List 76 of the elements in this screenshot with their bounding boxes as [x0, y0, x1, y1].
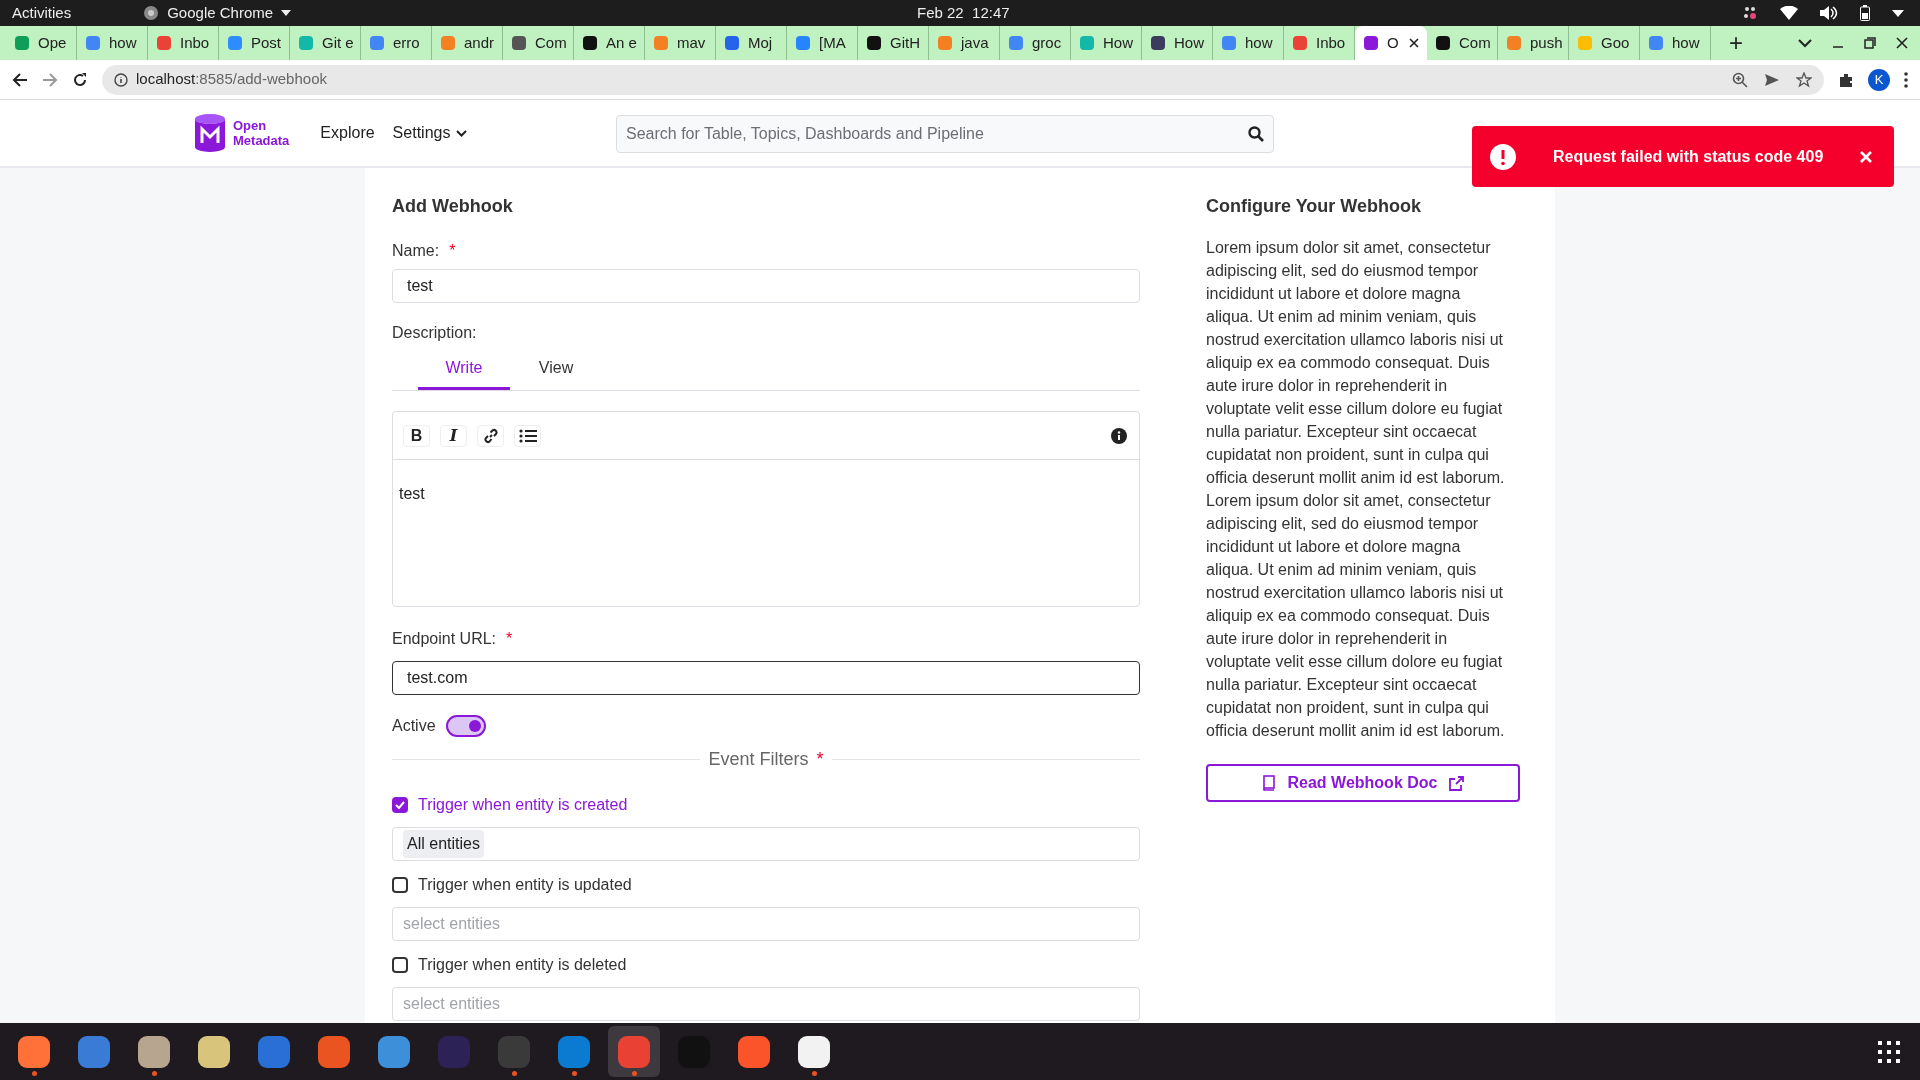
input-field[interactable]: test.com: [392, 661, 1140, 695]
settings-dropdown[interactable]: Settings: [392, 121, 468, 145]
alert-icon: [1490, 143, 1516, 170]
search-icon[interactable]: [1248, 126, 1264, 142]
required-mark: *: [506, 629, 513, 649]
url-text: localhost:8585/add-webhook: [136, 69, 327, 90]
caret-icon: [456, 129, 468, 137]
profile-avatar[interactable]: K: [1868, 68, 1890, 91]
activities-button[interactable]: Activities: [12, 1, 72, 25]
caret-icon[interactable]: [1798, 38, 1812, 48]
field-label: Description:: [392, 323, 478, 343]
info-icon: [114, 72, 128, 87]
field-label: Name:: [392, 240, 440, 261]
restore-icon[interactable]: [1864, 37, 1876, 49]
editor-text: test: [398, 484, 426, 504]
page-title: Add Webhook: [392, 194, 514, 218]
send-icon[interactable]: [1764, 71, 1780, 88]
checkbox[interactable]: [392, 957, 408, 973]
extensions-icon[interactable]: [1838, 71, 1854, 88]
book-icon: [1261, 775, 1276, 791]
trigger-checkbox[interactable]: Trigger when entity is updated: [392, 873, 1140, 897]
checkbox[interactable]: [392, 877, 408, 893]
close-icon[interactable]: [1896, 37, 1908, 49]
logo-text: Metadata: [233, 133, 290, 148]
close-icon[interactable]: [1409, 38, 1419, 48]
app-grid-icon[interactable]: [1878, 1040, 1900, 1063]
field-label: Active: [392, 716, 436, 736]
app-indicator-icon[interactable]: [1742, 5, 1758, 21]
forward-icon[interactable]: [42, 71, 58, 88]
checkbox[interactable]: [392, 797, 408, 813]
address-bar[interactable]: localhost:8585/add-webhook: [102, 64, 1824, 95]
browser-tab[interactable]: O: [1355, 26, 1427, 60]
required-mark: *: [816, 747, 825, 771]
list-icon: [518, 428, 537, 443]
chrome-icon: [143, 5, 160, 21]
link-button[interactable]: [477, 424, 504, 447]
editor-tab[interactable]: View: [510, 349, 602, 390]
info-icon[interactable]: [1111, 427, 1127, 444]
trigger-checkbox[interactable]: Trigger when entity is deleted: [392, 953, 1140, 977]
entity-tag: All entities: [403, 830, 484, 858]
caret-icon: [281, 10, 292, 16]
toast-message: Request failed with status code 409: [1553, 146, 1824, 167]
reload-icon[interactable]: [72, 71, 88, 88]
clock[interactable]: Feb 22 12:47: [917, 1, 1010, 25]
input-field[interactable]: test: [392, 269, 1140, 303]
new-tab-button[interactable]: +: [1721, 26, 1751, 60]
back-icon[interactable]: [12, 71, 28, 88]
toggle-switch[interactable]: [445, 715, 486, 737]
panel-title: Configure Your Webhook: [1206, 194, 1422, 218]
help-text: Lorem ipsum dolor sit amet, consectetur adipiscing elit, sed do eiusmod tempor incididunt ut labore et dolore magna aliqua. Ut enim ad minim veniam, quis nostrud exercitation ullamco laboris nisi ut aliquip ex ea commodo consequat. Duis aute irure dolor in reprehenderit in voluptate velit esse cillum dolore eu fugiat nulla pariatur. Excepteur sint occaecat cupidatat non proident, sunt in culpa qui officia deserunt mollit anim id est laborum. Lorem ipsum dolor sit amet, consectetur adipiscing elit, sed do eiusmod tempor incididunt ut labore et dolore magna aliqua. Ut enim ad minim veniam, quis nostrud exercitation ullamco laboris nisi ut aliquip ex ea commodo consequat. Duis aute irure dolor in reprehenderit in voluptate velit esse cillum dolore eu fugiat nulla pariatur. Excepteur sint occaecat cupidatat non proident, sunt in culpa qui officia deserunt mollit anim id est laborum.: [1206, 238, 1506, 741]
search-field[interactable]: Search for Table, Topics, Dashboards and Pipeline: [616, 115, 1274, 153]
logo-text: Open: [233, 118, 268, 133]
volume-icon[interactable]: [1820, 6, 1838, 20]
italic-button[interactable]: I: [440, 424, 467, 447]
list-button[interactable]: [514, 424, 541, 447]
caret-icon[interactable]: [1892, 9, 1904, 17]
battery-icon[interactable]: [1860, 5, 1870, 21]
star-icon[interactable]: [1796, 71, 1812, 88]
link-icon: [482, 427, 499, 444]
field-label: Endpoint URL:: [392, 629, 497, 649]
nav-link[interactable]: Explore: [320, 121, 375, 145]
editor-box[interactable]: B I test: [392, 411, 1140, 607]
read-doc-button[interactable]: Read Webhook Doc: [1206, 764, 1520, 802]
bold-button[interactable]: B: [403, 424, 430, 447]
zoom-icon[interactable]: [1732, 71, 1748, 88]
app-menu[interactable]: Google Chrome: [167, 1, 274, 25]
external-link-icon: [1449, 775, 1465, 791]
required-mark: *: [449, 240, 456, 261]
entity-select[interactable]: All entities: [392, 827, 1140, 861]
trigger-checkbox[interactable]: Trigger when entity is created: [392, 793, 1140, 817]
check-icon: [395, 801, 405, 809]
editor-tab[interactable]: Write: [418, 349, 510, 390]
wifi-icon[interactable]: [1780, 6, 1798, 20]
section-title: Event Filters: [707, 747, 810, 771]
menu-icon[interactable]: [1904, 71, 1908, 88]
logo-icon[interactable]: [193, 113, 227, 153]
